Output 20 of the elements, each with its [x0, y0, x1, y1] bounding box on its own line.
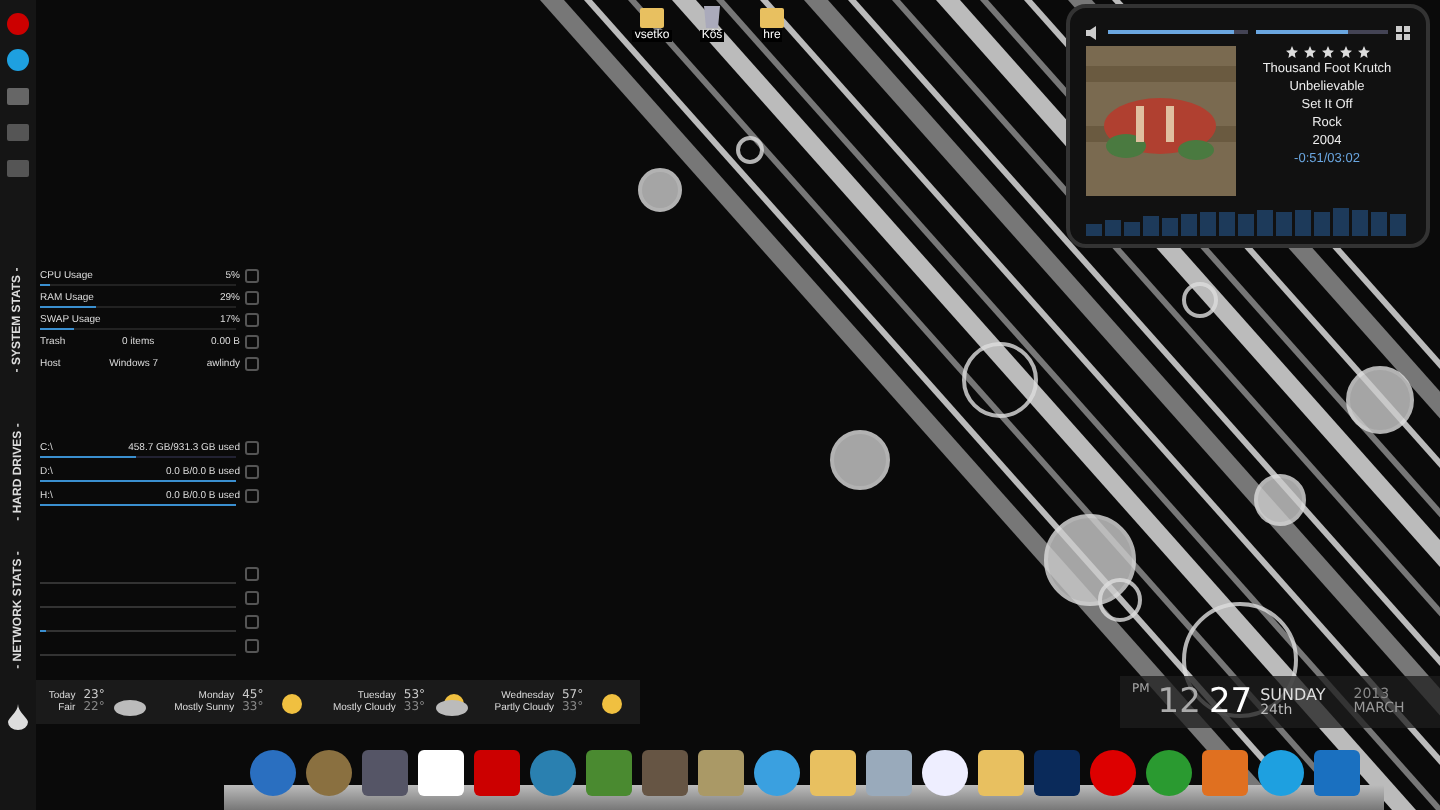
disc-shape [1044, 514, 1136, 606]
rating-stars[interactable] [1285, 46, 1369, 58]
drop-icon [8, 704, 28, 730]
ring-shape [962, 342, 1038, 418]
ring-shape [1182, 282, 1218, 318]
weekday: SUNDAY [1260, 687, 1326, 703]
star-icon[interactable] [1285, 46, 1297, 58]
star-icon[interactable] [1321, 46, 1333, 58]
disc-shape [830, 430, 890, 490]
ring-shape [736, 136, 764, 164]
star-icon[interactable] [1339, 46, 1351, 58]
grid-icon[interactable] [1396, 25, 1410, 39]
ring-shape [1098, 578, 1142, 622]
cloud-sun-icon [433, 688, 470, 716]
star-icon[interactable] [1303, 46, 1315, 58]
clock-minute: 27 [1208, 685, 1253, 719]
disc-shape [1346, 366, 1414, 434]
star-icon[interactable] [1357, 46, 1369, 58]
speaker-icon[interactable] [1086, 25, 1100, 39]
clock-hour: 12 [1157, 685, 1201, 719]
